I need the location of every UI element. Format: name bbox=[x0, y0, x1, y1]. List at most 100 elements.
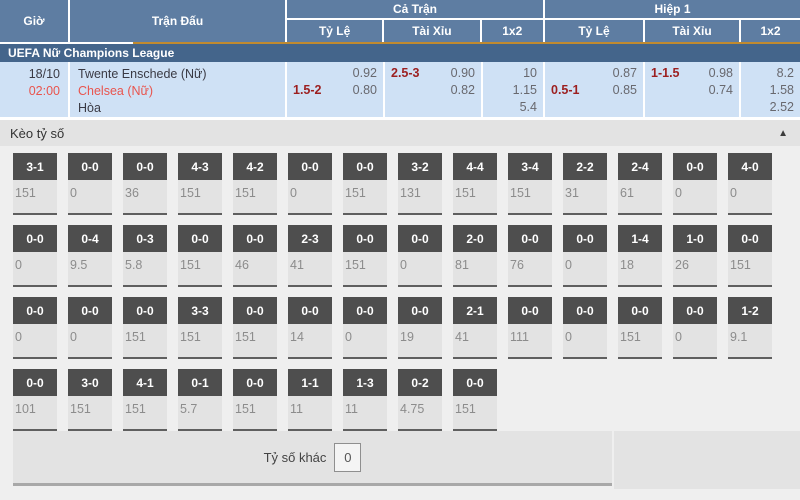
score-cell[interactable]: 0-0151 bbox=[453, 369, 497, 431]
h1-1x2-away-odds[interactable]: 1.58 bbox=[747, 82, 794, 99]
score-cell[interactable]: 1-026 bbox=[673, 225, 717, 287]
score-odds: 151 bbox=[618, 324, 662, 344]
h1-over-odds[interactable]: 0.98 bbox=[709, 65, 733, 82]
score-cell[interactable]: 1-311 bbox=[343, 369, 387, 431]
score-odds: 41 bbox=[288, 252, 332, 272]
score-cell[interactable]: 2-141 bbox=[453, 297, 497, 359]
correct-score-bar[interactable]: Kèo tỷ số ▲ bbox=[0, 120, 800, 146]
score-cell[interactable]: 0-00 bbox=[343, 297, 387, 359]
score-cell[interactable]: 0-24.75 bbox=[398, 369, 442, 431]
score-cell[interactable]: 0-019 bbox=[398, 297, 442, 359]
score-cell[interactable]: 0-0151 bbox=[233, 297, 277, 359]
score-cell[interactable]: 0-0101 bbox=[13, 369, 57, 431]
score-label: 0-0 bbox=[123, 297, 167, 324]
ft-under-odds[interactable]: 0.82 bbox=[451, 82, 475, 99]
score-odds: 0 bbox=[728, 180, 772, 200]
score-label: 3-0 bbox=[68, 369, 112, 396]
score-label: 0-4 bbox=[68, 225, 112, 252]
ft-1x2-cell[interactable]: 10 1.15 5.4 bbox=[483, 62, 545, 117]
score-cell[interactable]: 0-35.8 bbox=[123, 225, 167, 287]
score-row: 0-000-49.50-35.80-01510-0462-3410-01510-… bbox=[13, 225, 800, 287]
score-cell[interactable]: 2-341 bbox=[288, 225, 332, 287]
score-cell[interactable]: 0-014 bbox=[288, 297, 332, 359]
score-label: 3-3 bbox=[178, 297, 222, 324]
score-cell[interactable]: 2-461 bbox=[618, 153, 662, 215]
score-cell[interactable]: 0-0151 bbox=[178, 225, 222, 287]
ft-over-under-line: 2.5-3 bbox=[391, 65, 420, 82]
match-teams-cell: Twente Enschede (Nữ) Chelsea (Nữ) Hòa bbox=[70, 62, 287, 117]
other-score-label: Tỷ số khác bbox=[264, 450, 327, 465]
score-label: 2-1 bbox=[453, 297, 497, 324]
score-cell[interactable]: 0-0151 bbox=[343, 153, 387, 215]
score-cell[interactable]: 4-3151 bbox=[178, 153, 222, 215]
score-cell[interactable]: 4-1151 bbox=[123, 369, 167, 431]
score-cell[interactable]: 0-046 bbox=[233, 225, 277, 287]
score-cell[interactable]: 0-076 bbox=[508, 225, 552, 287]
score-odds: 151 bbox=[13, 180, 57, 200]
score-cell[interactable]: 3-0151 bbox=[68, 369, 112, 431]
score-cell[interactable]: 0-00 bbox=[13, 225, 57, 287]
ft-over-under-cell[interactable]: 2.5-3 0.90 0.82 bbox=[385, 62, 483, 117]
score-cell[interactable]: 1-29.1 bbox=[728, 297, 772, 359]
score-cell[interactable]: 3-4151 bbox=[508, 153, 552, 215]
h1-1x2-draw-odds[interactable]: 2.52 bbox=[747, 99, 794, 116]
ft-over-odds[interactable]: 0.90 bbox=[451, 65, 475, 82]
score-cell[interactable]: 3-2131 bbox=[398, 153, 442, 215]
score-cell[interactable]: 0-0151 bbox=[728, 225, 772, 287]
score-cell[interactable]: 0-00 bbox=[13, 297, 57, 359]
h1-handicap-odds-top[interactable]: 0.87 bbox=[613, 65, 637, 82]
score-cell[interactable]: 0-0151 bbox=[123, 297, 167, 359]
ft-handicap-odds-bottom[interactable]: 0.80 bbox=[353, 82, 377, 99]
score-odds: 4.75 bbox=[398, 396, 442, 416]
h1-1x2-cell[interactable]: 8.2 1.58 2.52 bbox=[741, 62, 800, 117]
score-cell[interactable]: 0-00 bbox=[68, 297, 112, 359]
score-cell[interactable]: 0-00 bbox=[563, 297, 607, 359]
score-cell[interactable]: 0-0151 bbox=[343, 225, 387, 287]
score-cell[interactable]: 2-231 bbox=[563, 153, 607, 215]
other-score-value-box[interactable]: 0 bbox=[334, 443, 361, 472]
score-label: 0-0 bbox=[508, 225, 552, 252]
score-cell[interactable]: 0-0151 bbox=[233, 369, 277, 431]
score-label: 0-0 bbox=[288, 153, 332, 180]
h1-1x2-home-odds[interactable]: 8.2 bbox=[747, 65, 794, 82]
score-cell[interactable]: 0-00 bbox=[68, 153, 112, 215]
score-odds: 151 bbox=[178, 252, 222, 272]
group-header-full-match: Cả Trận bbox=[287, 0, 543, 20]
other-score-block: Tỷ số khác 0 bbox=[13, 431, 612, 486]
ft-1x2-draw-odds[interactable]: 5.4 bbox=[489, 99, 537, 116]
score-label: 0-0 bbox=[563, 225, 607, 252]
score-cell[interactable]: 1-111 bbox=[288, 369, 332, 431]
score-label: 4-3 bbox=[178, 153, 222, 180]
score-cell[interactable]: 0-00 bbox=[563, 225, 607, 287]
ft-handicap-odds-top[interactable]: 0.92 bbox=[353, 65, 377, 82]
ft-handicap-cell[interactable]: 0.92 1.5-2 0.80 bbox=[287, 62, 385, 117]
score-cell[interactable]: 4-4151 bbox=[453, 153, 497, 215]
score-odds: 31 bbox=[563, 180, 607, 200]
score-cell[interactable]: 0-15.7 bbox=[178, 369, 222, 431]
score-cell[interactable]: 0-0151 bbox=[618, 297, 662, 359]
score-cell[interactable]: 3-1151 bbox=[13, 153, 57, 215]
score-label: 0-2 bbox=[398, 369, 442, 396]
score-cell[interactable]: 0-49.5 bbox=[68, 225, 112, 287]
collapse-arrow-icon[interactable]: ▲ bbox=[778, 128, 788, 139]
h1-handicap-odds-bottom[interactable]: 0.85 bbox=[613, 82, 637, 99]
score-cell[interactable]: 0-0111 bbox=[508, 297, 552, 359]
h1-handicap-cell[interactable]: 0.87 0.5-1 0.85 bbox=[545, 62, 645, 117]
score-cell[interactable]: 4-00 bbox=[728, 153, 772, 215]
score-odds: 14 bbox=[288, 324, 332, 344]
score-cell[interactable]: 0-00 bbox=[288, 153, 332, 215]
score-cell[interactable]: 1-418 bbox=[618, 225, 662, 287]
score-cell[interactable]: 0-00 bbox=[673, 153, 717, 215]
score-odds: 9.5 bbox=[68, 252, 112, 272]
h1-over-under-cell[interactable]: 1-1.5 0.98 0.74 bbox=[645, 62, 741, 117]
score-cell[interactable]: 2-081 bbox=[453, 225, 497, 287]
h1-under-odds[interactable]: 0.74 bbox=[709, 82, 733, 99]
score-label: 1-0 bbox=[673, 225, 717, 252]
ft-1x2-away-odds[interactable]: 1.15 bbox=[489, 82, 537, 99]
ft-1x2-home-odds[interactable]: 10 bbox=[489, 65, 537, 82]
score-cell[interactable]: 0-00 bbox=[673, 297, 717, 359]
score-cell[interactable]: 4-2151 bbox=[233, 153, 277, 215]
score-cell[interactable]: 0-00 bbox=[398, 225, 442, 287]
score-cell[interactable]: 0-036 bbox=[123, 153, 167, 215]
score-cell[interactable]: 3-3151 bbox=[178, 297, 222, 359]
